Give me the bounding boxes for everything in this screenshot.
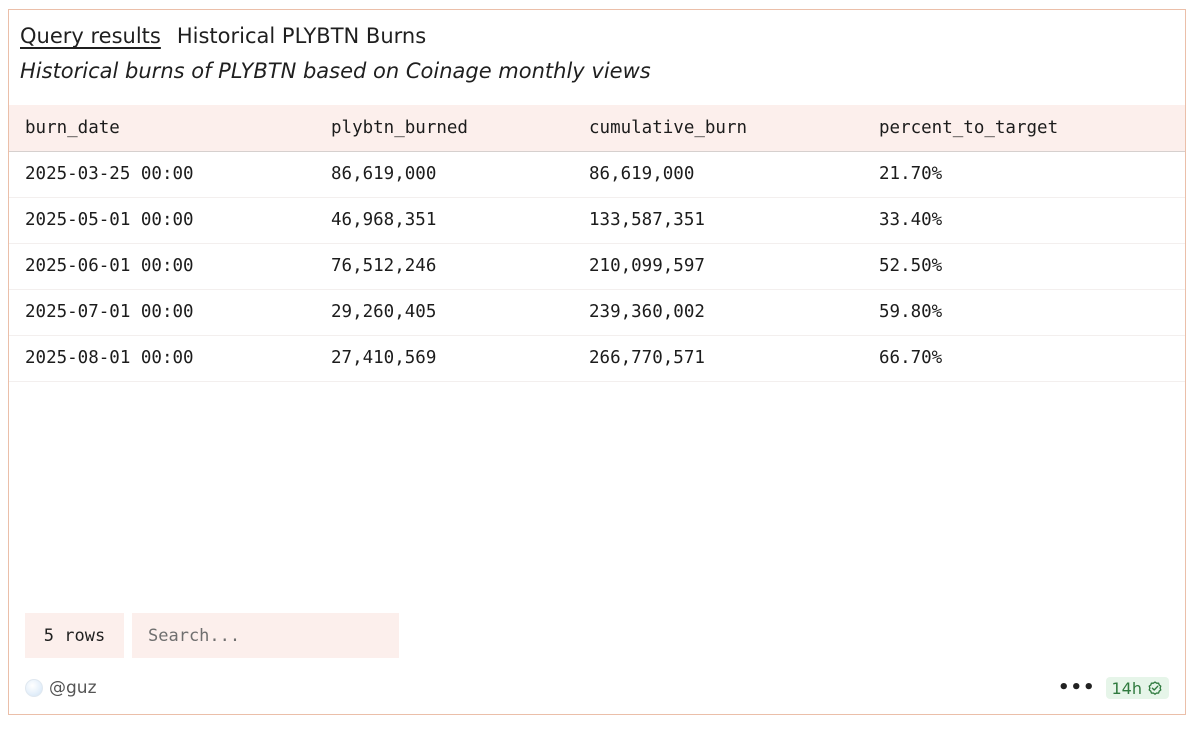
freshness-badge: 14h bbox=[1105, 677, 1169, 699]
table-header: burn_date plybtn_burned cumulative_burn … bbox=[9, 105, 1185, 151]
table-footer-controls: 5 rows bbox=[25, 613, 399, 658]
cell-burn-date: 2025-08-01 00:00 bbox=[25, 348, 194, 368]
query-results-card: Query results Historical PLYBTN Burns Hi… bbox=[8, 9, 1186, 715]
cell-plybtn-burned: 86,619,000 bbox=[331, 164, 437, 184]
row-count-badge: 5 rows bbox=[25, 613, 124, 658]
age-label: 14h bbox=[1111, 678, 1143, 698]
cell-plybtn-burned: 76,512,246 bbox=[331, 256, 437, 276]
cell-plybtn-burned: 46,968,351 bbox=[331, 210, 437, 230]
cell-cumulative-burn: 239,360,002 bbox=[589, 302, 705, 322]
card-meta-bar: @guz ••• 14h bbox=[25, 675, 1169, 701]
cell-cumulative-burn: 133,587,351 bbox=[589, 210, 705, 230]
cell-percent-to-target: 59.80% bbox=[879, 302, 943, 322]
cell-cumulative-burn: 210,099,597 bbox=[589, 256, 705, 276]
cell-burn-date: 2025-06-01 00:00 bbox=[25, 256, 194, 276]
check-circle-icon bbox=[1148, 681, 1162, 695]
table-row: 2025-08-01 00:00 27,410,569 266,770,571 … bbox=[9, 335, 1185, 381]
author-handle: @guz bbox=[49, 678, 97, 698]
column-header-cumulative-burn[interactable]: cumulative_burn bbox=[589, 105, 879, 151]
cell-percent-to-target: 52.50% bbox=[879, 256, 943, 276]
cell-plybtn-burned: 29,260,405 bbox=[331, 302, 437, 322]
results-table: burn_date plybtn_burned cumulative_burn … bbox=[9, 105, 1185, 382]
meta-tools: ••• 14h bbox=[1058, 677, 1169, 699]
cell-burn-date: 2025-07-01 00:00 bbox=[25, 302, 194, 322]
search-input[interactable] bbox=[132, 613, 399, 658]
card-header: Query results Historical PLYBTN Burns Hi… bbox=[20, 24, 1173, 83]
query-results-link[interactable]: Query results bbox=[20, 24, 161, 48]
column-header-plybtn-burned[interactable]: plybtn_burned bbox=[331, 105, 589, 151]
table-row: 2025-07-01 00:00 29,260,405 239,360,002 … bbox=[9, 289, 1185, 335]
results-table-container: burn_date plybtn_burned cumulative_burn … bbox=[9, 105, 1185, 382]
avatar bbox=[25, 679, 43, 697]
table-row: 2025-03-25 00:00 86,619,000 86,619,000 2… bbox=[9, 151, 1185, 197]
query-description: Historical burns of PLYBTN based on Coin… bbox=[20, 59, 651, 83]
cell-percent-to-target: 66.70% bbox=[879, 348, 943, 368]
column-header-burn-date[interactable]: burn_date bbox=[9, 105, 331, 151]
header-row: burn_date plybtn_burned cumulative_burn … bbox=[9, 105, 1185, 151]
query-title: Historical PLYBTN Burns bbox=[176, 24, 427, 48]
title-row: Query results Historical PLYBTN Burns bbox=[20, 24, 1173, 48]
cell-burn-date: 2025-05-01 00:00 bbox=[25, 210, 194, 230]
column-header-percent-to-target[interactable]: percent_to_target bbox=[879, 105, 1185, 151]
cell-percent-to-target: 21.70% bbox=[879, 164, 943, 184]
table-body: 2025-03-25 00:00 86,619,000 86,619,000 2… bbox=[9, 151, 1185, 381]
table-row: 2025-05-01 00:00 46,968,351 133,587,351 … bbox=[9, 197, 1185, 243]
author[interactable]: @guz bbox=[25, 678, 97, 698]
ellipsis-icon[interactable]: ••• bbox=[1058, 679, 1096, 697]
cell-cumulative-burn: 86,619,000 bbox=[589, 164, 695, 184]
cell-cumulative-burn: 266,770,571 bbox=[589, 348, 705, 368]
cell-percent-to-target: 33.40% bbox=[879, 210, 943, 230]
table-row: 2025-06-01 00:00 76,512,246 210,099,597 … bbox=[9, 243, 1185, 289]
cell-burn-date: 2025-03-25 00:00 bbox=[25, 164, 194, 184]
cell-plybtn-burned: 27,410,569 bbox=[331, 348, 437, 368]
